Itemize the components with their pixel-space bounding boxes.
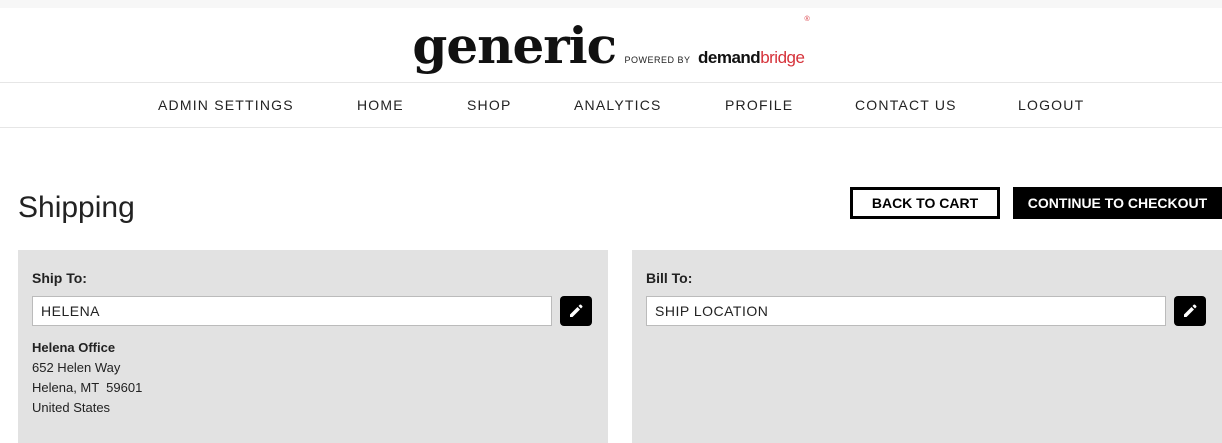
- address-name: Helena Office: [32, 340, 116, 355]
- logo-registered-mark: ®: [804, 16, 810, 23]
- logo-bridge: bridge: [760, 48, 805, 67]
- logo-demand: demand: [698, 48, 761, 67]
- main-nav: ADMIN SETTINGS HOME SHOP ANALYTICS PROFI…: [0, 83, 1222, 128]
- nav-admin-settings[interactable]: ADMIN SETTINGS: [158, 97, 294, 113]
- ship-to-address: Helena Office 652 Helen Way Helena, MT 5…: [32, 338, 142, 418]
- nav-contact-us[interactable]: CONTACT US: [855, 97, 957, 113]
- top-strip: [0, 0, 1222, 8]
- address-street: 652 Helen Way: [32, 360, 121, 375]
- ship-to-edit-button[interactable]: [560, 296, 592, 326]
- continue-to-checkout-button[interactable]: CONTINUE TO CHECKOUT: [1013, 187, 1222, 219]
- nav-analytics[interactable]: ANALYTICS: [574, 97, 662, 113]
- ship-to-label: Ship To:: [32, 270, 87, 286]
- logo-powered-by: POWERED BY: [624, 55, 691, 65]
- address-country: United States: [32, 400, 111, 415]
- bill-to-label: Bill To:: [646, 270, 693, 286]
- page-title: Shipping: [18, 191, 135, 224]
- ship-to-select[interactable]: HELENA: [32, 296, 552, 326]
- pencil-icon: [1184, 304, 1197, 317]
- bill-to-select[interactable]: SHIP LOCATION: [646, 296, 1166, 326]
- ship-to-panel: Ship To: HELENA Helena Office 652 Helen …: [18, 250, 608, 443]
- nav-shop[interactable]: SHOP: [467, 97, 511, 113]
- bill-to-panel: Bill To: SHIP LOCATION: [632, 250, 1222, 443]
- nav-home[interactable]: HOME: [357, 97, 404, 113]
- nav-profile[interactable]: PROFILE: [725, 97, 793, 113]
- site-logo[interactable]: generic POWERED BY demandbridge ®: [0, 16, 1222, 75]
- back-to-cart-button[interactable]: BACK TO CART: [850, 187, 1000, 219]
- address-city: Helena, MT 59601: [32, 380, 143, 395]
- bill-to-edit-button[interactable]: [1174, 296, 1206, 326]
- pencil-icon: [570, 304, 583, 317]
- site-header: generic POWERED BY demandbridge ®: [0, 8, 1222, 83]
- nav-logout[interactable]: LOGOUT: [1018, 97, 1084, 113]
- logo-wordmark: generic: [412, 16, 617, 75]
